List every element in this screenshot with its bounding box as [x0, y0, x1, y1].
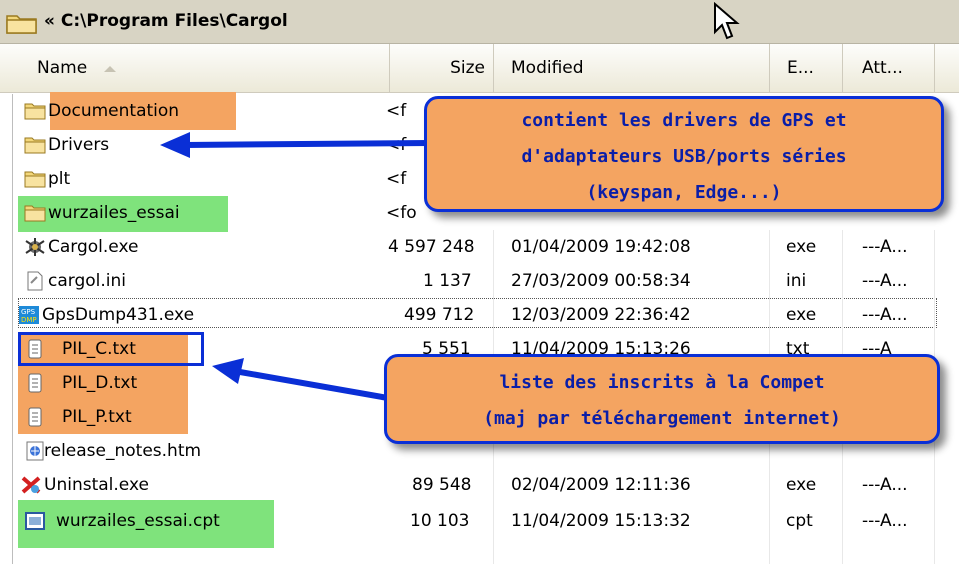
ini-file-icon [27, 271, 43, 291]
file-size: <fo [386, 203, 417, 223]
file-row[interactable]: Uninstal.exe 89 548 02/04/2009 12:11:36 … [0, 468, 959, 502]
folder-icon [24, 137, 46, 154]
column-header-ext[interactable]: E... [769, 44, 843, 92]
pil-c-selection-box [18, 332, 204, 366]
svg-text:GPS: GPS [21, 308, 36, 316]
uninstall-icon [21, 476, 41, 494]
file-ext: exe [786, 475, 817, 495]
file-modified: 27/03/2009 00:58:34 [511, 271, 691, 291]
folder-icon [24, 171, 46, 188]
file-modified: 02/04/2009 12:11:36 [511, 475, 691, 495]
file-attributes: ---A... [862, 305, 908, 325]
address-path[interactable]: « C:\Program Files\Cargol [44, 11, 288, 31]
file-attributes: ---A... [862, 475, 908, 495]
file-size: 10 103 [410, 511, 470, 531]
file-row[interactable]: Cargol.exe 4 597 248 01/04/2009 19:42:08… [0, 230, 959, 264]
file-row[interactable]: cargol.ini 1 137 27/03/2009 00:58:34 ini… [0, 264, 959, 298]
app-icon [25, 238, 45, 256]
gpsdump-icon: GPSDMP [19, 306, 39, 324]
file-size: <f [386, 169, 407, 189]
file-ext: exe [786, 237, 817, 257]
file-attributes: ---A... [862, 237, 908, 257]
file-name: Cargol.exe [48, 237, 139, 257]
file-ext: ini [786, 271, 807, 291]
column-header-name[interactable]: Name [0, 44, 390, 92]
file-name: Uninstal.exe [44, 475, 149, 495]
file-size: 4 597 248 [388, 237, 475, 257]
mouse-cursor-icon [714, 2, 740, 40]
callout-pilots-line1: liste des inscrits à la Compet [499, 372, 825, 393]
html-file-icon [26, 441, 44, 461]
file-name: PIL_D.txt [62, 373, 138, 393]
file-size: 499 712 [404, 305, 475, 325]
column-header-modified[interactable]: Modified [493, 44, 770, 92]
column-header-ext-label: E... [787, 58, 814, 78]
file-name: wurzailes_essai [48, 203, 180, 223]
file-name: cargol.ini [48, 271, 126, 291]
column-header-size-label: Size [450, 58, 485, 78]
folder-icon [24, 205, 46, 222]
file-modified: 01/04/2009 19:42:08 [511, 237, 691, 257]
file-name: plt [48, 169, 71, 189]
file-ext: exe [786, 305, 817, 325]
file-size: 1 137 [423, 271, 472, 291]
file-size: <f [386, 135, 407, 155]
file-name: wurzailes_essai.cpt [56, 511, 220, 531]
file-size: <f [386, 101, 407, 121]
text-file-icon [28, 373, 42, 393]
column-header-attributes[interactable]: Att... [842, 44, 935, 92]
column-header-size[interactable]: Size [389, 44, 494, 92]
file-name: Drivers [48, 135, 110, 155]
file-modified: 11/04/2009 15:13:32 [511, 511, 691, 531]
file-attributes: ---A... [862, 511, 908, 531]
callout-drivers: contient les drivers de GPS et d'adaptat… [424, 96, 944, 212]
column-header-name-label: Name [37, 58, 88, 78]
column-header-bar: Name Size Modified E... Att... [0, 44, 959, 93]
file-name: Documentation [48, 101, 180, 121]
sort-ascending-icon [104, 66, 116, 72]
callout-drivers-line3: (keyspan, Edge...) [586, 182, 782, 203]
callout-pilots: liste des inscrits à la Compet (maj par … [384, 354, 940, 444]
file-size: 89 548 [412, 475, 472, 495]
folder-icon [6, 15, 37, 34]
text-file-icon [28, 407, 42, 427]
file-ext: cpt [786, 511, 813, 531]
callout-drivers-line1: contient les drivers de GPS et [521, 110, 847, 131]
address-bar: « C:\Program Files\Cargol [0, 0, 959, 44]
cpt-file-icon [25, 512, 45, 530]
callout-drivers-line2: d'adaptateurs USB/ports séries [521, 146, 847, 167]
file-attributes: ---A... [862, 271, 908, 291]
file-name: PIL_P.txt [62, 407, 132, 427]
folder-icon [24, 103, 46, 120]
file-name: release_notes.htm [44, 441, 202, 461]
file-modified: 12/03/2009 22:36:42 [511, 305, 691, 325]
file-row[interactable]: GPS DMP GpsDump431.exe 499 712 12/03/2009… [0, 298, 959, 332]
column-header-attributes-label: Att... [862, 58, 903, 78]
file-row[interactable]: wurzailes_essai.cpt 10 103 11/04/2009 15… [0, 504, 959, 538]
file-name: GpsDump431.exe [42, 305, 195, 325]
callout-pilots-line2: (maj par téléchargement internet) [483, 408, 841, 429]
column-header-modified-label: Modified [511, 58, 584, 78]
svg-text:DMP: DMP [21, 316, 37, 324]
